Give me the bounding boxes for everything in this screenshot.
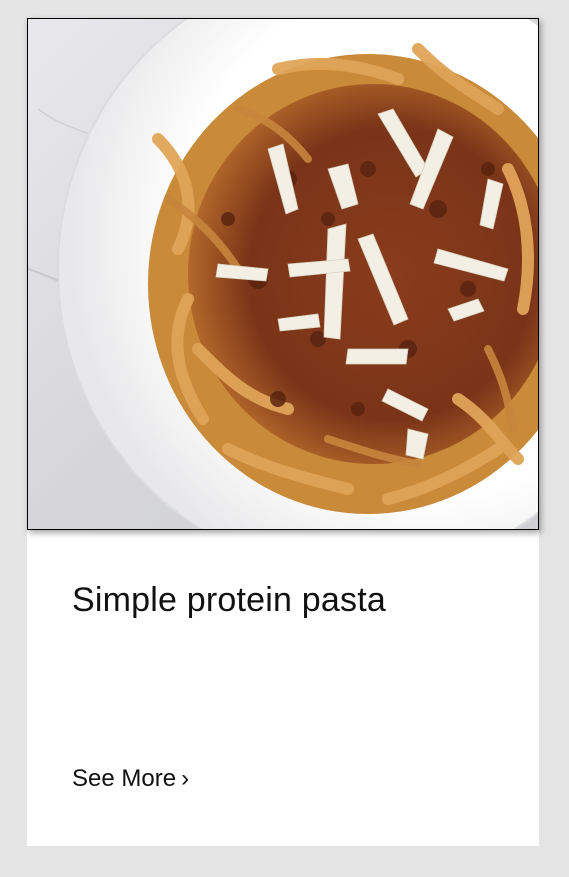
recipe-card: Simple protein pasta See More › [27,18,539,846]
recipe-title: Simple protein pasta [72,581,386,619]
see-more-link[interactable]: See More › [72,764,189,794]
chevron-right-icon: › [181,765,190,792]
see-more-label: See More [72,765,177,792]
recipe-photo [27,18,539,530]
